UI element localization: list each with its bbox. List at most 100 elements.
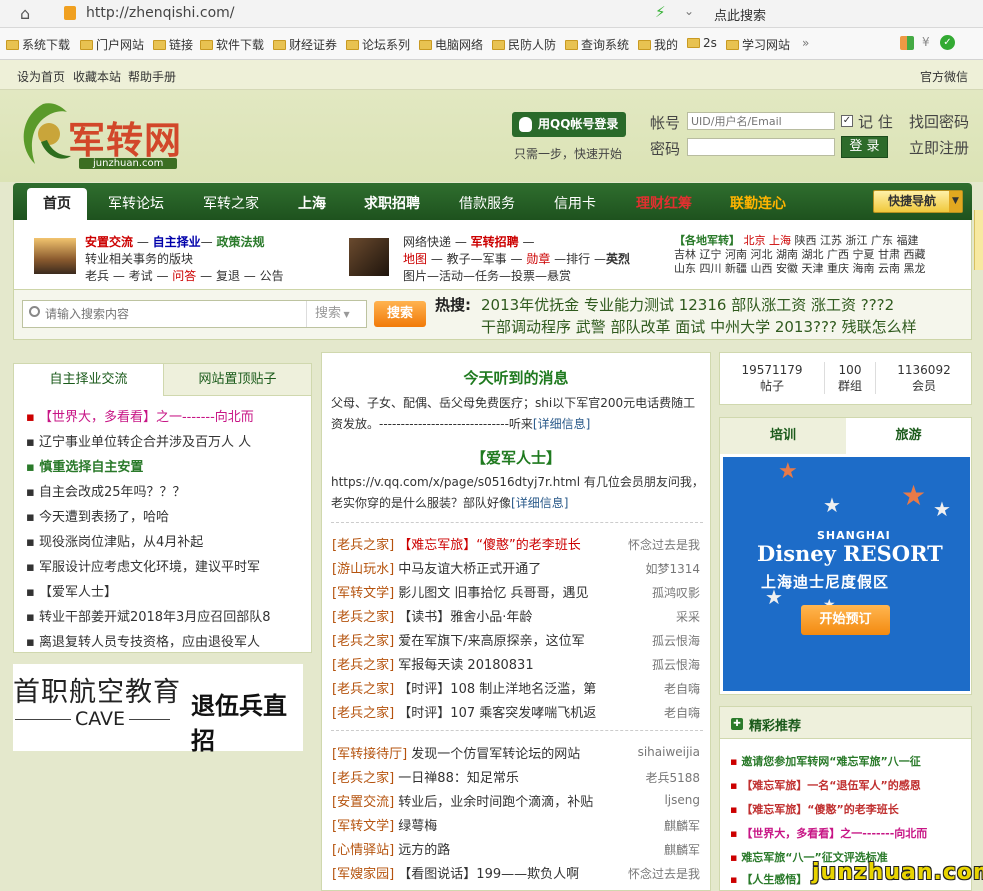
remember-checkbox[interactable]: ✓ bbox=[841, 115, 853, 127]
find-password-link[interactable]: 找回密码 bbox=[909, 111, 969, 132]
set-home-link[interactable]: 设为首页 bbox=[17, 68, 65, 85]
region-row-3[interactable]: 山东 四川 新疆 山西 安徽 天津 重庆 海南 云南 黑龙 bbox=[674, 262, 925, 276]
disney-ad[interactable]: ★ ★ ★ ★ ★ ★ SHANGHAI Disney RESORT 上海迪士尼… bbox=[723, 457, 970, 691]
link-heroes[interactable]: 英烈 bbox=[606, 252, 630, 266]
row-category[interactable]: [军转文学] bbox=[332, 819, 394, 834]
row-title[interactable]: 转业后，业余时间跑个滴滴，补贴 bbox=[398, 795, 593, 810]
speed-icon[interactable]: ⚡ bbox=[655, 3, 666, 21]
row-author[interactable]: 采采 bbox=[676, 608, 700, 625]
row-title[interactable]: 军报每天读 20180831 bbox=[398, 658, 533, 673]
search-input[interactable] bbox=[45, 304, 303, 324]
row-title[interactable]: 一日禅88：知足常乐 bbox=[398, 771, 519, 786]
list-item[interactable]: ▪ 【爱军人士】 bbox=[26, 581, 117, 600]
bookmark-item[interactable]: 系统下载 bbox=[6, 36, 70, 53]
row-author[interactable]: sihaiweijia bbox=[638, 745, 700, 759]
nav-tab-union[interactable]: 联勤连心 bbox=[730, 193, 786, 213]
link-rank[interactable]: —排行 — bbox=[554, 252, 606, 266]
row-category[interactable]: [心情驿站] bbox=[332, 843, 394, 858]
register-link[interactable]: 立即注册 bbox=[909, 137, 969, 158]
link-policy[interactable]: 政策法规 bbox=[217, 235, 265, 249]
table-row[interactable]: [老兵之家] 【读书】雅舍小品·年龄 bbox=[332, 606, 532, 625]
side-widget[interactable] bbox=[974, 210, 983, 270]
list-item[interactable]: ▪ 慎重选择自主安置 bbox=[26, 456, 143, 475]
region-bj-sh[interactable]: 北京 上海 bbox=[744, 234, 792, 247]
search-link[interactable]: 点此搜索 bbox=[714, 5, 766, 24]
list-item[interactable]: ▪ 辽宁事业单位转企合并涉及百万人 人 bbox=[26, 431, 251, 450]
table-row[interactable]: [军转接待厅] 发现一个仿冒军转论坛的网站 bbox=[332, 743, 580, 762]
url-field[interactable]: http://zhenqishi.com/ bbox=[86, 5, 235, 21]
tab-travel[interactable]: 旅游 bbox=[846, 418, 971, 454]
nav-tab-home-group[interactable]: 军转之家 bbox=[203, 193, 259, 213]
nav-tab-jobs[interactable]: 求职招聘 bbox=[364, 193, 420, 213]
nav-tab-finance[interactable]: 理财红筹 bbox=[636, 193, 692, 213]
bookmark-item[interactable]: 软件下载 bbox=[200, 36, 264, 53]
table-row[interactable]: [老兵之家] 爱在军旗下/来高原探亲，这位军 bbox=[332, 630, 585, 649]
row-title[interactable]: 远方的路 bbox=[398, 843, 450, 858]
row-category[interactable]: [老兵之家] bbox=[332, 610, 394, 625]
row-author[interactable]: 孤云恨海 bbox=[652, 656, 700, 673]
row-title[interactable]: 影儿图文 旧事拾忆 兵哥哥，遇见 bbox=[398, 586, 588, 601]
row-category[interactable]: [安置交流] bbox=[332, 795, 394, 810]
row-title[interactable]: 绿萼梅 bbox=[398, 819, 437, 834]
nav-tab-loans[interactable]: 借款服务 bbox=[459, 193, 515, 213]
row-author[interactable]: 孤云恨海 bbox=[652, 632, 700, 649]
tab-self-employ[interactable]: 自主择业交流 bbox=[14, 364, 163, 396]
nav-tab-forum[interactable]: 军转论坛 bbox=[108, 193, 164, 213]
row-category[interactable]: [游山玩水] bbox=[332, 562, 394, 577]
tab-training[interactable]: 培训 bbox=[720, 418, 846, 454]
qq-login-button[interactable]: 用QQ帐号登录 bbox=[512, 112, 626, 137]
list-item[interactable]: ▪ 军服设计应考虑文化环境，建议平时军 bbox=[26, 556, 260, 575]
table-row[interactable]: [军嫂家园] 【看图说话】199——欺负人啊 bbox=[332, 863, 579, 882]
link-education[interactable]: — 教子—军事 — bbox=[431, 252, 523, 266]
dropdown-icon[interactable]: ⌄ bbox=[684, 4, 694, 18]
site-logo[interactable]: 军转网 junzhuan.com bbox=[13, 98, 213, 173]
bookmark-item[interactable]: 电脑网络 bbox=[419, 36, 483, 53]
table-row[interactable]: [老兵之家] 一日禅88：知足常乐 bbox=[332, 767, 519, 786]
row-author[interactable]: 怀念过去是我 bbox=[628, 536, 700, 553]
list-item[interactable]: ▪ 邀请您参加军转网“难忘军旅”八一征 bbox=[730, 753, 921, 769]
password-input[interactable] bbox=[687, 138, 835, 156]
currency-icon[interactable]: ¥ bbox=[922, 35, 930, 49]
link-pictures[interactable]: 图片—活动—任务—投票—悬赏 bbox=[403, 268, 630, 285]
row-category[interactable]: [老兵之家] bbox=[332, 538, 394, 553]
favorite-link[interactable]: 收藏本站 bbox=[73, 68, 121, 85]
bookmark-item[interactable]: 民防人防 bbox=[492, 36, 556, 53]
nav-tab-credit-card[interactable]: 信用卡 bbox=[554, 193, 596, 213]
list-item[interactable]: ▪ 今天遭到表扬了，哈哈 bbox=[26, 506, 169, 525]
table-row[interactable]: [心情驿站] 远方的路 bbox=[332, 839, 450, 858]
table-row[interactable]: [军转文学] 绿萼梅 bbox=[332, 815, 437, 834]
bookmark-item[interactable]: 查询系统 bbox=[565, 36, 629, 53]
link-medal[interactable]: 勋章 bbox=[526, 252, 550, 266]
link-placement[interactable]: 安置交流 bbox=[85, 235, 133, 249]
table-row[interactable]: [老兵之家] 【难忘军旅】“傻憨”的老李班长 bbox=[332, 534, 581, 553]
row-category[interactable]: [老兵之家] bbox=[332, 682, 394, 697]
row-category[interactable]: [军转接待厅] bbox=[332, 747, 407, 762]
list-item[interactable]: ▪ 【难忘军旅】“傻憨”的老李班长 bbox=[730, 801, 899, 817]
wechat-link[interactable]: 官方微信 bbox=[920, 68, 968, 85]
link-veterans[interactable]: 老兵 — 考试 — bbox=[85, 269, 168, 283]
row-category[interactable]: [军嫂家园] bbox=[332, 867, 394, 882]
site-security-icon[interactable] bbox=[64, 6, 76, 20]
table-row[interactable]: [老兵之家] 【时评】107 乘客突发哮喘飞机返 bbox=[332, 702, 596, 721]
login-button[interactable]: 登 录 bbox=[841, 136, 888, 158]
list-item[interactable]: ▪ 【世界大，多看看】之一-------向北而 bbox=[730, 825, 927, 841]
hot-search-row-1[interactable]: 2013年优抚金 专业能力测试 12316 部队涨工资 涨工资 ???2 bbox=[481, 294, 894, 315]
list-item[interactable]: ▪ 【世界大，多看看】之一-------向北而 bbox=[26, 406, 254, 425]
list-item[interactable]: ▪ 自主会改成25年吗？？？ bbox=[26, 481, 186, 500]
region-row-2[interactable]: 吉林 辽宁 河南 河北 湖南 湖北 广西 宁夏 甘肃 西藏 bbox=[674, 248, 925, 262]
row-title[interactable]: 【读书】雅舍小品·年龄 bbox=[398, 610, 532, 625]
help-link[interactable]: 帮助手册 bbox=[128, 68, 176, 85]
link-map[interactable]: 地图 bbox=[403, 252, 427, 266]
link-self-employ[interactable]: 自主择业 bbox=[153, 235, 201, 249]
row-category[interactable]: [军转文学] bbox=[332, 586, 394, 601]
link-recruit[interactable]: 军转招聘 bbox=[471, 235, 519, 249]
row-author[interactable]: 老自嗨 bbox=[664, 680, 700, 697]
row-author[interactable]: 老自嗨 bbox=[664, 704, 700, 721]
list-item[interactable]: ▪ 离退复转人员专技资格，应由退役军人 bbox=[26, 631, 260, 650]
link-retire[interactable]: — 复退 — 公告 bbox=[200, 269, 283, 283]
region-row-1[interactable]: 陕西 江苏 浙江 广东 福建 bbox=[795, 234, 919, 247]
bookmark-item[interactable]: 财经证券 bbox=[273, 36, 337, 53]
table-row[interactable]: [安置交流] 转业后，业余时间跑个滴滴，补贴 bbox=[332, 791, 593, 810]
row-author[interactable]: 麒麟军 bbox=[664, 817, 700, 834]
quick-nav-button[interactable]: 快捷导航 ▼ bbox=[873, 190, 963, 213]
